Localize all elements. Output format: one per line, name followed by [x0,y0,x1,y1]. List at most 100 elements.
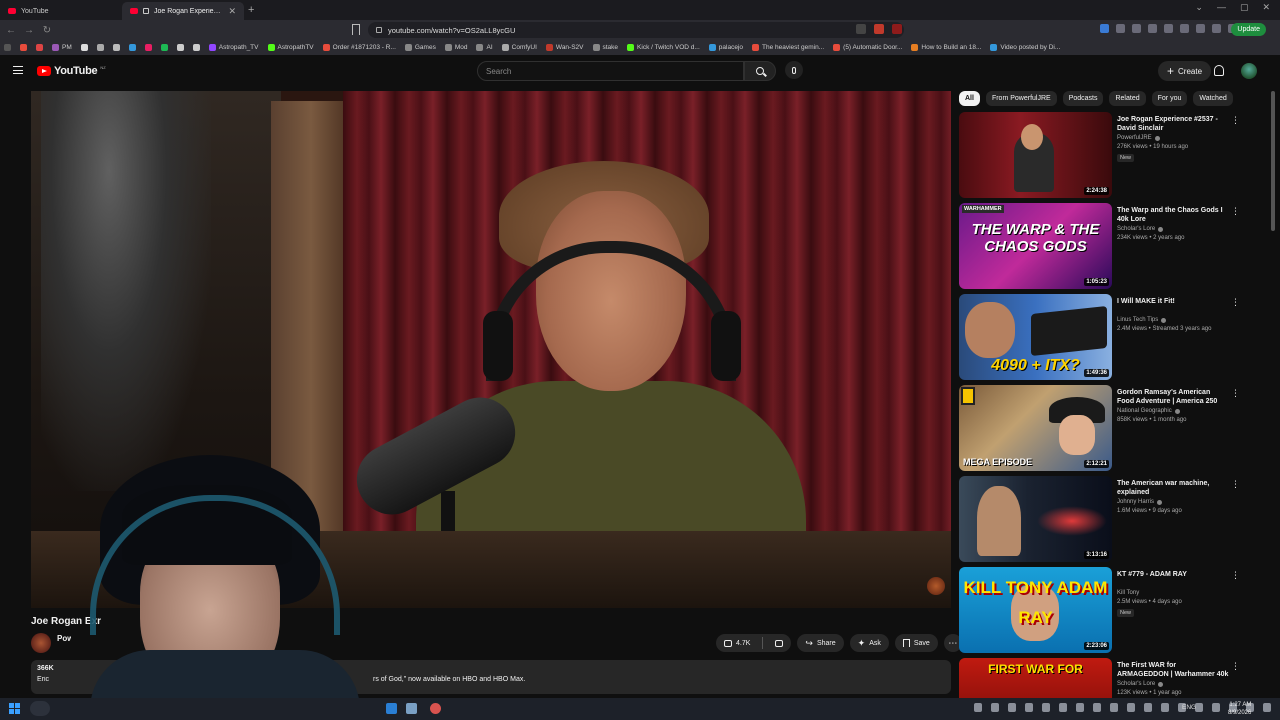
x-icon[interactable] [80,44,88,51]
video-thumbnail[interactable]: 2:24:38 [959,112,1112,198]
chip-all[interactable]: All [959,91,980,106]
list-item[interactable]: WARHAMMER THE WARP & THE CHAOS GODS 1:05… [959,203,1249,294]
bookmark-item[interactable]: PM [52,44,72,51]
tray-app-icon[interactable] [1042,703,1050,712]
rec-title[interactable]: KT #779 - ADAM RAY [1117,570,1229,579]
kebab-icon[interactable]: ⋮ [1231,388,1240,399]
update-button[interactable]: Update [1231,23,1266,36]
voice-search-button[interactable] [785,61,803,79]
tray-app-icon[interactable] [1076,703,1084,712]
kebab-icon[interactable]: ⋮ [1231,297,1240,308]
bookmark-favicon-icon[interactable] [128,44,136,51]
search-input[interactable]: Search [477,61,744,81]
tiktok-icon[interactable] [176,44,184,51]
bookmark-folder[interactable]: Mod [444,44,467,51]
steam-icon[interactable] [406,703,417,714]
bookmark-item[interactable]: Astropath_TV [208,44,259,51]
video-thumbnail[interactable]: MEGA EPISODE 2:12:21 [959,385,1112,471]
forward-icon[interactable]: → [22,25,36,36]
tab-youtube[interactable]: YouTube [0,2,122,20]
bookmark-favicon-icon[interactable] [192,44,200,51]
extension-icon[interactable] [1196,24,1205,33]
taskbar-app-icon[interactable] [386,703,397,714]
list-item[interactable]: FIRST WAR FOR The First WAR for ARMAGEDD… [959,658,1249,698]
rec-title[interactable]: Joe Rogan Experience #2537 - David Sincl… [1117,115,1229,133]
extension-icon[interactable] [1148,24,1157,33]
bookmark-item[interactable]: ComfyUI [501,44,537,51]
new-tab-button[interactable]: + [248,4,254,16]
tray-app-icon[interactable] [1008,703,1016,712]
rec-channel[interactable]: PowerfulJRE [1117,135,1160,141]
list-item[interactable]: 3:13:16 The American war machine, explai… [959,476,1249,567]
bookmark-item[interactable]: Video posted by Di... [990,44,1060,51]
avatar[interactable] [1241,63,1257,79]
bookmark-item[interactable]: palacejo [708,44,743,51]
video-thumbnail[interactable]: 4090 + ITX? 1:49:36 [959,294,1112,380]
tray-app-icon[interactable] [1093,703,1101,712]
tray-app-icon[interactable] [1161,703,1169,712]
chip-watched[interactable]: Watched [1193,91,1233,106]
extension-icon[interactable] [1180,24,1189,33]
site-info-icon[interactable] [376,27,382,33]
rec-channel[interactable]: Linus Tech Tips [1117,317,1167,323]
extension-icon[interactable] [1100,24,1109,33]
reload-icon[interactable]: ↻ [40,25,54,36]
clock[interactable]: 1:27 AM 8/9/2026 [1228,701,1251,717]
list-item[interactable]: 4090 + ITX? 1:49:36 I Will MAKE it Fit! … [959,294,1249,385]
list-item[interactable]: KILL TONY ADAM RAY 2:23:06 KT #779 - ADA… [959,567,1249,658]
chevron-down-icon[interactable]: ⌄ [1195,2,1203,13]
tray-app-icon[interactable] [1127,703,1135,712]
bookmark-item[interactable]: The heaviest gemin... [752,44,824,51]
language-indicator[interactable]: ENG [1182,704,1196,711]
tray-app-icon[interactable] [1025,703,1033,712]
minimize-icon[interactable]: — [1217,2,1226,13]
dislike-button[interactable] [767,634,791,652]
rewards-icon[interactable] [892,24,902,34]
kebab-icon[interactable]: ⋮ [1231,570,1240,581]
create-button[interactable]: + Create [1158,61,1212,81]
tray-app-icon[interactable] [1144,703,1152,712]
rec-channel[interactable]: Scholar's Lore [1117,226,1164,232]
kebab-icon[interactable]: ⋮ [1231,206,1240,217]
kebab-icon[interactable]: ⋮ [1231,115,1240,126]
gmail-icon[interactable] [36,44,43,51]
tray-app-icon[interactable] [1195,703,1203,712]
tab-active-video[interactable]: Joe Rogan Experience #253( ✕ [122,2,244,20]
extension-icon[interactable] [1212,24,1221,33]
ask-button[interactable]: ✦ Ask [849,634,889,652]
video-thumbnail[interactable]: KILL TONY ADAM RAY 2:23:06 [959,567,1112,653]
kebab-icon[interactable]: ⋮ [1231,479,1240,490]
bookmark-favicon-icon[interactable] [20,44,27,51]
rec-title[interactable]: The American war machine, explained [1117,479,1229,497]
menu-icon[interactable] [13,66,23,74]
rec-channel[interactable]: Scholar's Lore [1117,681,1164,687]
browser-taskbar-icon[interactable] [430,703,441,714]
bell-icon[interactable] [1214,65,1224,76]
bookmark-item[interactable]: (5) Automatic Door... [833,44,902,51]
like-button[interactable]: 4.7K [716,634,758,652]
tray-app-icon[interactable] [1059,703,1067,712]
rec-channel[interactable]: Johnny Harris [1117,499,1163,505]
url-field[interactable]: youtube.com/watch?v=OS2aLL8ycGU [368,22,904,38]
bookmark-item[interactable]: AstropathTV [267,44,314,51]
extension-icon[interactable] [1164,24,1173,33]
bookmark-folder[interactable]: Games [404,44,436,51]
video-thumbnail[interactable]: 3:13:16 [959,476,1112,562]
kebab-icon[interactable]: ⋮ [1231,661,1240,672]
bookmark-item[interactable]: Wan-S2V [545,44,584,51]
bookmark-folder[interactable]: stake [592,44,618,51]
tray-app-icon[interactable] [1212,703,1220,712]
back-icon[interactable]: ← [4,25,18,36]
bookmark-folder[interactable]: AI [476,44,493,51]
brave-shield-icon[interactable] [874,24,884,34]
rec-title[interactable]: The First WAR for ARMAGEDDON | Warhammer… [1117,661,1229,679]
save-button[interactable]: Save [894,634,938,652]
bookmark-item[interactable]: Order #1871203 - R... [322,44,396,51]
extension-icon[interactable] [1116,24,1125,33]
tray-app-icon[interactable] [1110,703,1118,712]
spotify-icon[interactable] [160,44,168,51]
chip-for-you[interactable]: For you [1151,91,1188,106]
rec-title[interactable]: I Will MAKE it Fit! [1117,297,1229,306]
bookmark-icon[interactable] [352,24,360,35]
bookmark-item[interactable]: How to Build an 18... [911,44,981,51]
